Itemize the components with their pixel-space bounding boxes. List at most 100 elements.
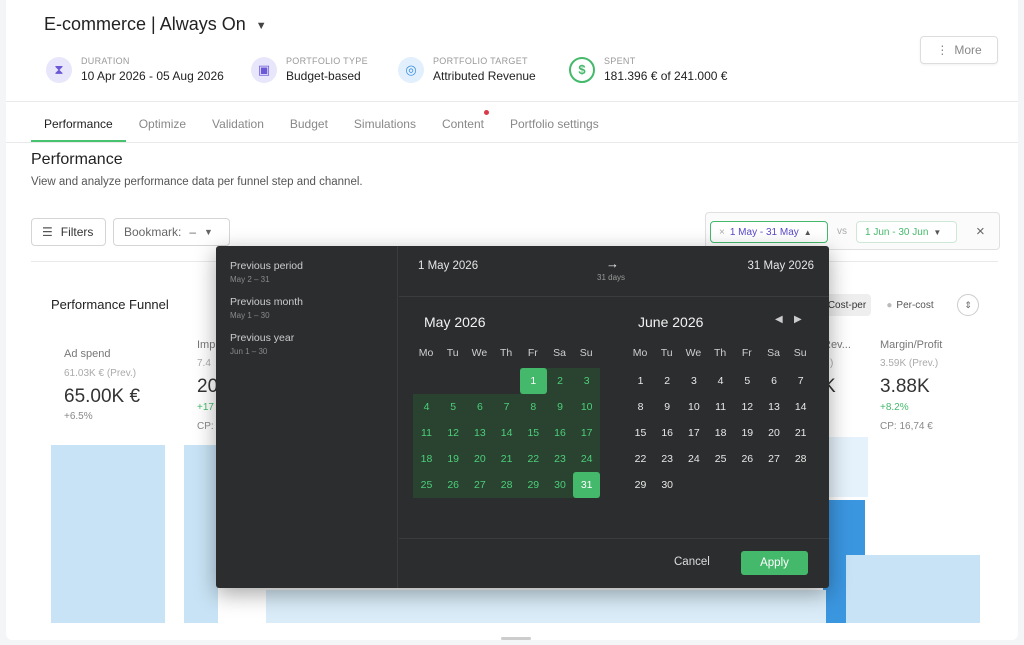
- tab-validation[interactable]: Validation: [199, 106, 277, 142]
- toggle-per-cost[interactable]: ● Per-cost: [874, 294, 946, 316]
- meta-portfolio-target: ◎ PORTFOLIO TARGET Attributed Revenue: [398, 56, 536, 83]
- calendar-day[interactable]: 13: [466, 420, 493, 446]
- calendar-day[interactable]: 23: [654, 446, 681, 472]
- calendar-day[interactable]: 28: [787, 446, 814, 472]
- meta-value: 181.396 € of 241.000 €: [604, 69, 728, 83]
- date-range-chip[interactable]: × 1 May - 31 May ▲: [710, 221, 828, 243]
- apply-button[interactable]: Apply: [741, 551, 808, 575]
- calendar-day[interactable]: 27: [761, 446, 788, 472]
- preset-previous-month[interactable]: Previous month May 1 – 30: [230, 296, 303, 320]
- calendar-day[interactable]: 4: [413, 394, 440, 420]
- calendar-day[interactable]: 18: [707, 420, 734, 446]
- calendar-day[interactable]: 1: [519, 368, 547, 394]
- calendar-day[interactable]: 6: [761, 368, 788, 394]
- calendar-day[interactable]: 24: [573, 446, 600, 472]
- filters-button[interactable]: ☰ Filters: [31, 218, 106, 246]
- calendar-day[interactable]: 28: [493, 472, 520, 498]
- calendar-day[interactable]: 22: [627, 446, 654, 472]
- calendar-day[interactable]: 17: [680, 420, 707, 446]
- range-end: 31 May 2026: [747, 260, 815, 272]
- calendar-day[interactable]: 25: [707, 446, 734, 472]
- calendar-day[interactable]: 5: [440, 394, 467, 420]
- calendar-day[interactable]: 9: [654, 394, 681, 420]
- toggle-cost-per[interactable]: Cost-per: [823, 294, 871, 316]
- calendar-day[interactable]: 7: [787, 368, 814, 394]
- weekday-label: Su: [793, 347, 807, 359]
- preset-label: Previous period: [230, 260, 303, 272]
- calendar-day[interactable]: 30: [547, 472, 574, 498]
- calendar-day[interactable]: 29: [627, 472, 654, 498]
- calendar-day[interactable]: 9: [547, 394, 574, 420]
- section-title: Performance: [31, 151, 123, 168]
- calendar-day[interactable]: 21: [787, 420, 814, 446]
- calendar-day[interactable]: 19: [440, 446, 467, 472]
- preset-previous-year[interactable]: Previous year Jun 1 – 30: [230, 332, 294, 356]
- calendar-day[interactable]: 23: [547, 446, 574, 472]
- calendar-day[interactable]: 12: [440, 420, 467, 446]
- tab-simulations[interactable]: Simulations: [341, 106, 429, 142]
- prev-month-icon[interactable]: ◀: [775, 314, 783, 325]
- calendar-day[interactable]: 15: [520, 420, 547, 446]
- calendar-day[interactable]: 11: [413, 420, 440, 446]
- tab-content[interactable]: Content: [429, 106, 497, 142]
- target-icon: ◎: [398, 56, 424, 83]
- calendar-day[interactable]: 4: [707, 368, 734, 394]
- calendar-day[interactable]: 6: [466, 394, 493, 420]
- calendar-day[interactable]: 29: [520, 472, 547, 498]
- calendar-day[interactable]: 10: [573, 394, 600, 420]
- tab-bar: Performance Optimize Validation Budget S…: [31, 106, 612, 142]
- clear-icon[interactable]: ×: [719, 227, 725, 238]
- tab-budget[interactable]: Budget: [277, 106, 341, 142]
- calendar-day[interactable]: 14: [787, 394, 814, 420]
- calendar-day[interactable]: 20: [466, 446, 493, 472]
- portfolio-title-dropdown[interactable]: E-commerce | Always On ▼: [44, 14, 267, 35]
- divider: [399, 538, 829, 539]
- calendar-day[interactable]: 18: [413, 446, 440, 472]
- funnel-cp: CP:: [197, 421, 214, 432]
- scroll-handle[interactable]: [501, 637, 531, 640]
- calendar-day[interactable]: 13: [761, 394, 788, 420]
- preset-previous-period[interactable]: Previous period May 2 – 31: [230, 260, 303, 284]
- tab-portfolio-settings[interactable]: Portfolio settings: [497, 106, 612, 142]
- calendar-day[interactable]: 8: [520, 394, 547, 420]
- next-month-icon[interactable]: ▶: [794, 314, 802, 325]
- more-button[interactable]: ⋮ More: [920, 36, 998, 64]
- tab-optimize[interactable]: Optimize: [126, 106, 199, 142]
- calendar-day[interactable]: 12: [734, 394, 761, 420]
- calendar-day[interactable]: 30: [654, 472, 681, 498]
- close-icon[interactable]: ×: [976, 223, 985, 240]
- calendar-day[interactable]: 16: [547, 420, 574, 446]
- calendar-day[interactable]: 26: [440, 472, 467, 498]
- calendar-day[interactable]: 15: [627, 420, 654, 446]
- hourglass-icon: ⧗: [46, 56, 72, 83]
- calendar-day[interactable]: 11: [707, 394, 734, 420]
- calendar-day[interactable]: 27: [466, 472, 493, 498]
- calendar-day[interactable]: 14: [493, 420, 520, 446]
- calendar-day[interactable]: 8: [627, 394, 654, 420]
- calendar-day[interactable]: 16: [654, 420, 681, 446]
- calendar-day[interactable]: 5: [734, 368, 761, 394]
- calendar-day[interactable]: 24: [680, 446, 707, 472]
- toggle-per-cost-label: Per-cost: [896, 299, 934, 311]
- calendar-day[interactable]: 19: [734, 420, 761, 446]
- compare-range-chip[interactable]: 1 Jun - 30 Jun ▼: [856, 221, 957, 243]
- calendar-day[interactable]: 1: [627, 368, 654, 394]
- calendar-day[interactable]: 17: [573, 420, 600, 446]
- calendar-day[interactable]: 22: [520, 446, 547, 472]
- bookmark-dropdown[interactable]: Bookmark: – ▼: [113, 218, 230, 246]
- calendar-day[interactable]: 20: [761, 420, 788, 446]
- calendar-day[interactable]: 3: [573, 368, 600, 394]
- divider: [6, 101, 1018, 102]
- calendar-day[interactable]: 2: [547, 368, 574, 394]
- cancel-button[interactable]: Cancel: [674, 556, 710, 568]
- tab-performance[interactable]: Performance: [31, 106, 126, 142]
- calendar-day[interactable]: 25: [413, 472, 440, 498]
- calendar-day[interactable]: 26: [734, 446, 761, 472]
- calendar-day[interactable]: 3: [680, 368, 707, 394]
- calendar-day[interactable]: 2: [654, 368, 681, 394]
- calendar-day[interactable]: 7: [493, 394, 520, 420]
- calendar-day[interactable]: 21: [493, 446, 520, 472]
- sort-icon[interactable]: ⇕: [957, 294, 979, 316]
- calendar-day[interactable]: 10: [680, 394, 707, 420]
- calendar-day[interactable]: 31: [573, 472, 601, 498]
